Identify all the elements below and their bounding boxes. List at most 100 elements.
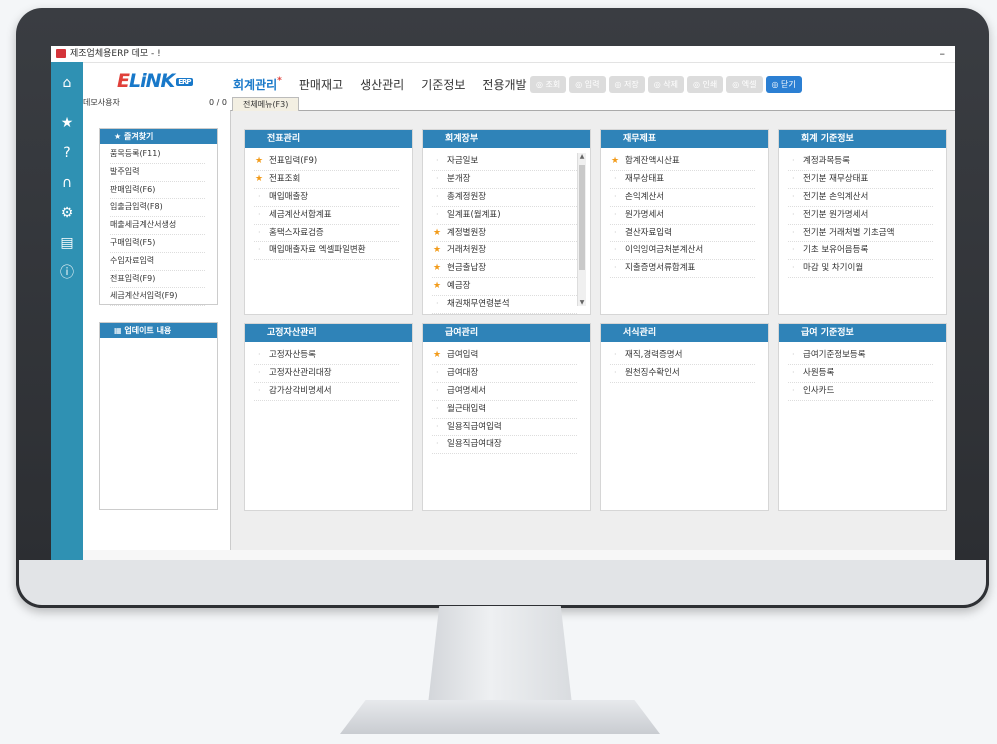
menu-item[interactable]: · 계정과목등록 — [788, 153, 933, 171]
minimize-button[interactable]: – — [940, 46, 946, 62]
top-menu-item[interactable]: 전용개발 — [482, 76, 526, 93]
favorite-item[interactable]: 전표입력(F9) — [110, 271, 205, 289]
menu-item[interactable]: · 원가명세서 — [610, 207, 755, 225]
home-icon[interactable]: ⌂ — [58, 74, 76, 92]
bullet-icon: · — [436, 421, 439, 431]
bullet-icon: · — [792, 245, 795, 255]
gear-icon[interactable]: ⚙ — [58, 204, 76, 222]
favorite-star-icon: ★ — [255, 156, 264, 166]
info-icon[interactable]: ⓘ — [58, 264, 76, 282]
menu-item[interactable]: · 인사카드 — [788, 383, 933, 401]
menu-item[interactable]: · 매입매출자료 엑셀파일변환 — [254, 242, 399, 261]
toolbar-button[interactable]: ◎ 닫기 — [765, 76, 802, 93]
favorites-header: ★ 즐겨찾기 — [100, 129, 217, 144]
scroll-thumb[interactable] — [579, 165, 585, 270]
menu-item[interactable]: · 고정자산등록 — [254, 347, 399, 365]
star-icon[interactable]: ★ — [58, 114, 76, 132]
menu-item[interactable]: · 기초 보유어음등록 — [788, 242, 933, 261]
menu-card-title: 고정자산관리 — [245, 324, 412, 342]
top-menu-item[interactable]: 기준정보 — [421, 76, 465, 93]
bullet-icon: · — [436, 299, 439, 309]
menu-item[interactable]: · 월근태입력 — [432, 401, 577, 419]
menu-item[interactable]: · 급여대장 — [432, 365, 577, 383]
updates-header: ▦ 업데이트 내용 — [100, 323, 217, 338]
menu-item[interactable]: · 급여명세서 — [432, 383, 577, 401]
bullet-icon: · — [258, 385, 261, 395]
headset-icon[interactable]: ∩ — [58, 174, 76, 192]
menu-item[interactable]: · 자금일보 — [432, 153, 577, 171]
menu-item[interactable]: ★ 현금출납장 — [432, 260, 577, 279]
menu-card-title: 회계 기준정보 — [779, 130, 946, 148]
menu-item[interactable]: · 일용직급여대장 — [432, 436, 577, 455]
bullet-icon: · — [436, 367, 439, 377]
menu-item[interactable]: · 재직,경력증명서 — [610, 347, 755, 365]
menu-item[interactable]: · 지출증명서류합계표 — [610, 260, 755, 279]
favorite-item[interactable]: 매출세금계산서생성 — [110, 217, 205, 235]
toolbar-button[interactable]: ◎ 조회 — [530, 76, 567, 93]
monitor-chin — [16, 560, 989, 608]
menu-item-label: 이익잉여금처분계산서 — [625, 245, 704, 256]
menu-item[interactable]: · 전기분 재무상태표 — [788, 171, 933, 189]
menu-item[interactable]: · 매입매출장 — [254, 189, 399, 207]
menu-item-label: 자금일보 — [447, 156, 479, 166]
favorite-item[interactable]: 품목등록(F11) — [110, 146, 205, 164]
menu-item[interactable]: · 급여기준정보등록 — [788, 347, 933, 365]
menu-item[interactable]: · 일계표(월계표) — [432, 207, 577, 225]
menu-item[interactable]: · 세금계산서합계표 — [254, 207, 399, 225]
menu-item[interactable]: · 일용직급여입력 — [432, 419, 577, 437]
menu-item[interactable]: · 홈택스자료검증 — [254, 225, 399, 243]
menu-item[interactable]: ★ 예금장 — [432, 278, 577, 297]
menu-item[interactable]: · 마감 및 차기이월 — [788, 260, 933, 279]
menu-item[interactable]: · 감가상각비명세서 — [254, 383, 399, 401]
favorite-item[interactable]: 구매입력(F5) — [110, 235, 205, 253]
top-menu-item[interactable]: 생산관리 — [360, 76, 404, 93]
menu-item[interactable]: ★ 합계잔액시산표 — [610, 153, 755, 171]
user-count: 0 / 0 — [209, 98, 227, 107]
favorite-item[interactable]: 입출금입력(F8) — [110, 199, 205, 218]
menu-item[interactable]: · 손익계산서 — [610, 189, 755, 207]
favorite-item[interactable]: 수입자료입력 — [110, 253, 205, 271]
menu-item[interactable]: ★ 전표입력(F9) — [254, 153, 399, 171]
top-menu-item[interactable]: 회계관리 — [233, 76, 282, 93]
favorite-item[interactable]: 판매입력(F6) — [110, 182, 205, 200]
menu-item[interactable]: · 원천징수확인서 — [610, 365, 755, 383]
favorite-item[interactable]: 발주입력 — [110, 164, 205, 182]
menu-item[interactable]: ★ 급여입력 — [432, 347, 577, 365]
menu-item[interactable]: ★ 계정별원장 — [432, 225, 577, 243]
menu-card-items: ★ 합계잔액시산표 · 재무상태표 · 손익계산서 · 원가명세서 · 결산자료입력 · 이익잉여금처… — [601, 148, 768, 279]
menu-item[interactable]: · 재무상태표 — [610, 171, 755, 189]
menu-item[interactable]: · 분개장 — [432, 171, 577, 189]
favorite-item[interactable]: 세금계산서입력(F9) — [110, 288, 205, 307]
top-menu-item[interactable]: 판매재고 — [299, 76, 343, 93]
menu-item[interactable]: · 전기분 손익계산서 — [788, 189, 933, 207]
menu-card: 급여 기준정보 · 급여기준정보등록 · 사원등록 · 인사카드 — [778, 323, 947, 511]
menu-card-items: · 급여기준정보등록 · 사원등록 · 인사카드 — [779, 342, 946, 401]
menu-item[interactable]: · 사원등록 — [788, 365, 933, 383]
toolbar-button[interactable]: ◎ 삭제 — [647, 76, 684, 93]
scroll-down-icon[interactable]: ▼ — [578, 299, 586, 306]
toolbar-button[interactable]: ◎ 엑셀 — [726, 76, 763, 93]
scroll-up-icon[interactable]: ▲ — [578, 153, 586, 160]
menu-item[interactable]: · 전기분 거래처별 기초금액 — [788, 225, 933, 243]
menu-item-label: 현금출납장 — [447, 263, 487, 274]
menu-item[interactable]: · 결산자료입력 — [610, 225, 755, 243]
printer-icon[interactable]: ▤ — [58, 234, 76, 252]
tab-all-menu[interactable]: 전체메뉴(F3) — [232, 97, 300, 111]
toolbar-button[interactable]: ◎ 인쇄 — [687, 76, 724, 93]
menu-card-title: 급여관리 — [423, 324, 590, 342]
menu-item[interactable]: · 고정자산관리대장 — [254, 365, 399, 383]
card-scrollbar[interactable]: ▲ ▼ — [577, 153, 586, 306]
toolbar-button[interactable]: ◎ 저장 — [608, 76, 645, 93]
bullet-icon: · — [614, 227, 617, 237]
help-icon[interactable]: ? — [58, 144, 76, 162]
menu-item[interactable]: · 이익잉여금처분계산서 — [610, 242, 755, 261]
menu-item[interactable]: · 전기분 원가명세서 — [788, 207, 933, 225]
bullet-icon: · — [792, 367, 795, 377]
bullet-icon: · — [614, 209, 617, 219]
menu-item[interactable]: ★ 거래처원장 — [432, 242, 577, 261]
toolbar-button[interactable]: ◎ 입력 — [569, 76, 606, 93]
menu-item[interactable]: · 총계정원장 — [432, 189, 577, 207]
menu-item[interactable]: · 채권채무연령분석 — [432, 296, 577, 315]
menu-item[interactable]: ★ 전표조회 — [254, 171, 399, 189]
updates-box: ▦ 업데이트 내용 — [99, 322, 218, 510]
